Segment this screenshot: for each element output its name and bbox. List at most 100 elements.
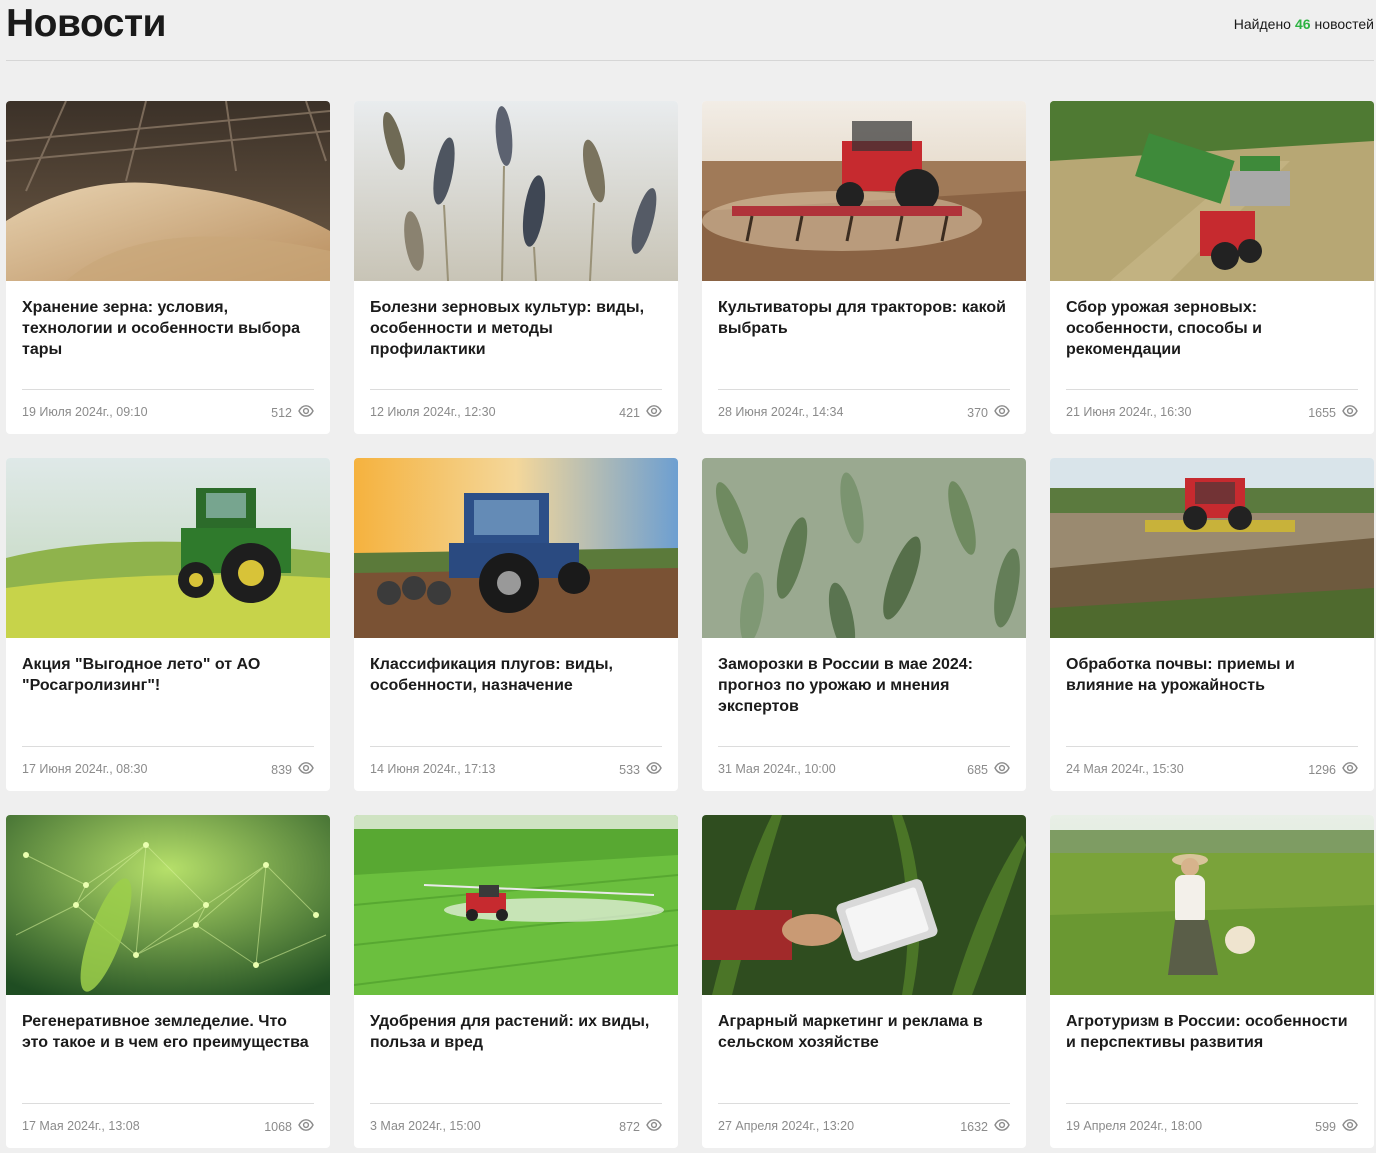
news-card-title[interactable]: Обработка почвы: приемы и влияние на уро… [1066,654,1360,696]
news-card-image[interactable] [354,458,678,638]
news-card-image[interactable] [354,101,678,281]
views-count: 1068 [264,1119,292,1134]
news-card-image[interactable] [1050,815,1374,995]
news-card[interactable]: Аграрный маркетинг и реклама в сельском … [702,815,1026,1148]
news-card-title[interactable]: Агротуризм в России: особенности и персп… [1066,1011,1360,1053]
news-card-title[interactable]: Удобрения для растений: их виды, польза … [370,1011,664,1053]
news-card[interactable]: Удобрения для растений: их виды, польза … [354,815,678,1148]
news-card-footer: 21 Июня 2024г., 16:30 1655 [1066,389,1358,434]
news-grid: Хранение зерна: условия, технологии и ос… [6,101,1374,1148]
news-card[interactable]: Акция "Выгодное лето" от АО "Росагролизи… [6,458,330,791]
results-count-suffix: новостей [1314,16,1374,32]
news-card-views: 1655 [1308,403,1358,422]
news-card-image[interactable] [702,815,1026,995]
eye-icon [994,403,1010,422]
news-card-views: 1632 [960,1117,1010,1136]
news-card-date: 14 Июня 2024г., 17:13 [370,762,496,776]
news-card-title[interactable]: Классификация плугов: виды, особенности,… [370,654,664,696]
views-count: 1296 [1308,762,1336,777]
eye-icon [646,760,662,779]
eye-icon [994,1117,1010,1136]
news-card[interactable]: Обработка почвы: приемы и влияние на уро… [1050,458,1374,791]
views-count: 872 [619,1119,640,1134]
news-page: Новости Найдено 46 новостей Хранение зерна… [0,0,1376,1153]
news-card-title[interactable]: Аграрный маркетинг и реклама в сельском … [718,1011,1012,1053]
news-card-footer: 28 Июня 2024г., 14:34 370 [718,389,1010,434]
news-card-date: 12 Июля 2024г., 12:30 [370,405,496,419]
news-card-image[interactable] [702,101,1026,281]
news-card-image[interactable] [1050,458,1374,638]
views-count: 512 [271,405,292,420]
news-card-views: 599 [1315,1117,1358,1136]
news-card-views: 533 [619,760,662,779]
views-count: 1632 [960,1119,988,1134]
results-count-prefix: Найдено [1233,16,1291,32]
news-card-footer: 19 Апреля 2024г., 18:00 599 [1066,1103,1358,1148]
views-count: 421 [619,405,640,420]
news-card-title[interactable]: Заморозки в России в мае 2024: прогноз п… [718,654,1012,717]
news-card-title[interactable]: Хранение зерна: условия, технологии и ос… [22,297,316,360]
news-card-image[interactable] [6,815,330,995]
eye-icon [646,1117,662,1136]
views-count: 533 [619,762,640,777]
news-card[interactable]: Классификация плугов: виды, особенности,… [354,458,678,791]
news-card-image[interactable] [1050,101,1374,281]
news-card-date: 21 Июня 2024г., 16:30 [1066,405,1192,419]
news-card-date: 24 Мая 2024г., 15:30 [1066,762,1184,776]
news-card-footer: 14 Июня 2024г., 17:13 533 [370,746,662,791]
news-card-date: 3 Мая 2024г., 15:00 [370,1119,481,1133]
news-card-image[interactable] [6,101,330,281]
news-card-views: 370 [967,403,1010,422]
eye-icon [994,760,1010,779]
news-card-date: 19 Апреля 2024г., 18:00 [1066,1119,1203,1133]
results-count: Найдено 46 новостей [1234,16,1374,32]
news-card-views: 872 [619,1117,662,1136]
news-card-image[interactable] [354,815,678,995]
news-card[interactable]: Сбор урожая зерновых: особенности, спосо… [1050,101,1374,434]
eye-icon [1342,1117,1358,1136]
news-card[interactable]: Болезни зерновых культур: виды, особенно… [354,101,678,434]
news-card-footer: 3 Мая 2024г., 15:00 872 [370,1103,662,1148]
views-count: 1655 [1308,405,1336,420]
results-count-number: 46 [1294,16,1311,32]
views-count: 839 [271,762,292,777]
news-card-title[interactable]: Болезни зерновых культур: виды, особенно… [370,297,664,360]
eye-icon [298,1117,314,1136]
news-card-footer: 17 Июня 2024г., 08:30 839 [22,746,314,791]
news-card-title[interactable]: Регенеративное земледелие. Что это такое… [22,1011,316,1053]
news-card-footer: 27 Апреля 2024г., 13:20 1632 [718,1103,1010,1148]
news-card-footer: 24 Мая 2024г., 15:30 1296 [1066,746,1358,791]
views-count: 599 [1315,1119,1336,1134]
eye-icon [1342,403,1358,422]
eye-icon [298,403,314,422]
news-card-title[interactable]: Сбор урожая зерновых: особенности, спосо… [1066,297,1360,360]
news-card-footer: 17 Мая 2024г., 13:08 1068 [22,1103,314,1148]
news-card-footer: 19 Июля 2024г., 09:10 512 [22,389,314,434]
eye-icon [298,760,314,779]
news-card-views: 421 [619,403,662,422]
news-card-views: 1296 [1308,760,1358,779]
page-header: Новости Найдено 46 новостей [6,0,1374,61]
news-card[interactable]: Регенеративное земледелие. Что это такое… [6,815,330,1148]
news-card-image[interactable] [702,458,1026,638]
news-card-views: 512 [271,403,314,422]
news-card-image[interactable] [6,458,330,638]
news-card[interactable]: Заморозки в России в мае 2024: прогноз п… [702,458,1026,791]
news-card-views: 839 [271,760,314,779]
news-card-date: 31 Мая 2024г., 10:00 [718,762,836,776]
news-card-date: 28 Июня 2024г., 14:34 [718,405,844,419]
eye-icon [1342,760,1358,779]
news-card[interactable]: Хранение зерна: условия, технологии и ос… [6,101,330,434]
news-card-date: 27 Апреля 2024г., 13:20 [718,1119,855,1133]
news-card[interactable]: Культиваторы для тракторов: какой выбрат… [702,101,1026,434]
news-card-views: 1068 [264,1117,314,1136]
news-card[interactable]: Агротуризм в России: особенности и персп… [1050,815,1374,1148]
news-card-footer: 12 Июля 2024г., 12:30 421 [370,389,662,434]
news-card-footer: 31 Мая 2024г., 10:00 685 [718,746,1010,791]
news-card-date: 17 Мая 2024г., 13:08 [22,1119,140,1133]
news-card-title[interactable]: Культиваторы для тракторов: какой выбрат… [718,297,1012,339]
eye-icon [646,403,662,422]
news-card-views: 685 [967,760,1010,779]
news-card-date: 17 Июня 2024г., 08:30 [22,762,148,776]
news-card-title[interactable]: Акция "Выгодное лето" от АО "Росагролизи… [22,654,316,696]
